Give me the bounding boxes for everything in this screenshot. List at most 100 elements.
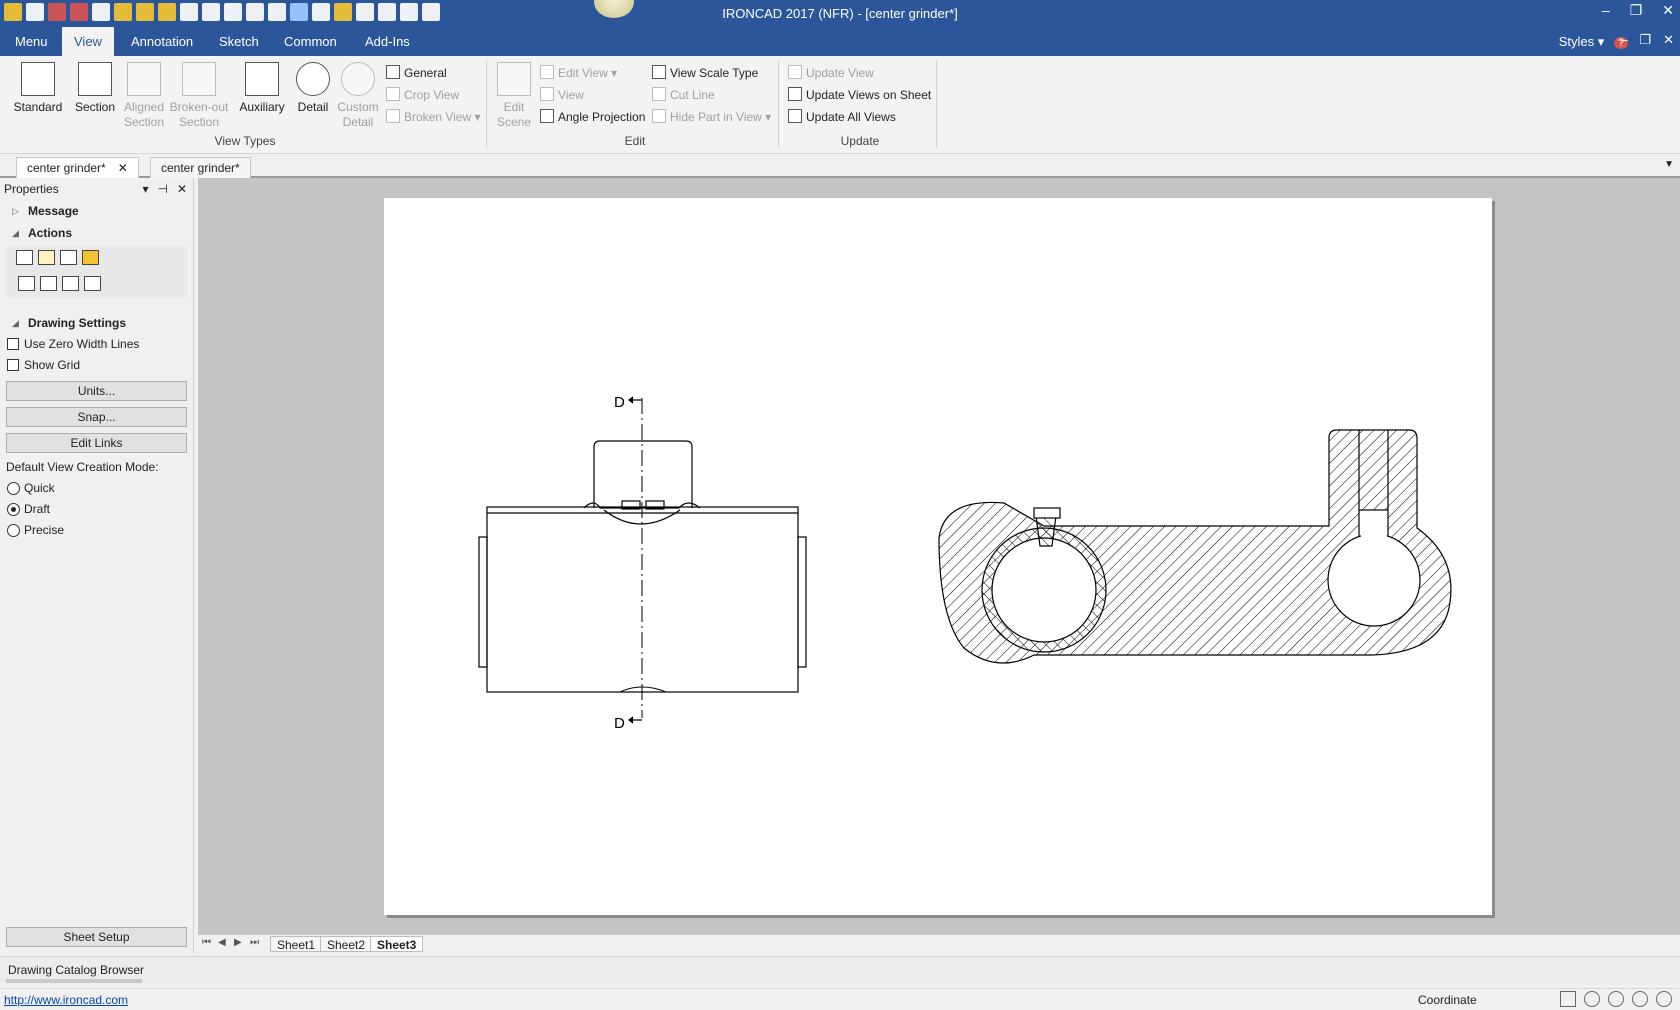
layers-icon[interactable] (16, 250, 33, 265)
general-view-button[interactable]: General (386, 64, 447, 82)
update-view-button[interactable]: Update View (788, 64, 874, 82)
edit-links-button[interactable]: Edit Links (6, 433, 187, 453)
radio-circle (7, 482, 20, 495)
last-sheet-icon[interactable]: ⏭ (250, 937, 259, 948)
pin-icon[interactable]: ⊣ (157, 178, 167, 200)
tab-add-ins[interactable]: Add-Ins (353, 27, 422, 56)
view-button[interactable]: View (540, 86, 584, 104)
close-button[interactable]: ✕ (1662, 2, 1674, 19)
measure-icon[interactable] (1560, 991, 1576, 1007)
view-scale-type-button[interactable]: View Scale Type (652, 64, 758, 82)
first-sheet-icon[interactable]: ⏮ (202, 937, 211, 948)
mode-quick-radio[interactable]: Quick (0, 478, 193, 499)
radio-label: Quick (24, 481, 55, 495)
catalog-scrollbar[interactable] (6, 979, 142, 983)
drawing-catalog-browser[interactable]: Drawing Catalog Browser (0, 956, 1680, 983)
edit-scene-label-2: Scene (496, 115, 532, 129)
use-zero-width-lines-checkbox[interactable]: Use Zero Width Lines (0, 334, 193, 355)
update-view-label: Update View (806, 66, 874, 80)
doc-tab[interactable]: center grinder* (150, 157, 251, 178)
mode-precise-radio[interactable]: Precise (0, 520, 193, 541)
drawing-sheet[interactable]: D D (384, 198, 1492, 915)
snap-button[interactable]: Snap... (6, 407, 187, 427)
tab-menu[interactable]: Menu (3, 27, 60, 56)
sheet-tab-sheet1[interactable]: Sheet1 (270, 936, 323, 952)
website-link[interactable]: http://www.ironcad.com (4, 993, 128, 1007)
standard-view-button[interactable]: Standard (12, 62, 64, 114)
tab-view[interactable]: View (62, 27, 114, 56)
restore-button[interactable]: ❐ (1630, 2, 1643, 19)
doc-tab-active[interactable]: center grinder* ✕ (16, 157, 139, 178)
edit-scene-label-1: Edit (503, 100, 525, 114)
sheet-setup-button[interactable]: Sheet Setup (6, 927, 187, 947)
prev-sheet-icon[interactable]: ◀ (218, 937, 226, 948)
sheet-tab-sheet2[interactable]: Sheet2 (320, 936, 373, 952)
doc-close-button[interactable]: ✕ (1663, 32, 1674, 48)
update-view-icon (788, 65, 802, 79)
doc-minimize-button[interactable]: – (1620, 32, 1627, 48)
auxiliary-view-button[interactable]: Auxiliary (234, 62, 290, 114)
tree-icon[interactable] (62, 276, 79, 291)
folder-icon[interactable] (82, 250, 99, 265)
radio-circle-selected (7, 503, 20, 516)
general-view-icon (386, 65, 400, 79)
drawing-settings-section[interactable]: ◢ Drawing Settings (0, 312, 193, 334)
edit-view-button[interactable]: Edit View ▾ (540, 64, 617, 82)
section-view (938, 429, 1452, 664)
next-sheet-icon[interactable]: ▶ (234, 937, 242, 948)
zoom-window-icon[interactable] (1632, 991, 1648, 1007)
tab-annotation[interactable]: Annotation (119, 27, 205, 56)
broken-view-button[interactable]: Broken View ▾ (386, 108, 481, 126)
section-label-top: D (614, 394, 625, 411)
detail-view-icon (296, 62, 330, 96)
hide-part-in-view-button[interactable]: Hide Part in View ▾ (652, 108, 771, 126)
drawing-canvas[interactable]: D D (198, 178, 1680, 935)
pan-hand-icon[interactable] (1584, 991, 1600, 1007)
crop-view-button[interactable]: Crop View (386, 86, 459, 104)
styles-menu[interactable]: Styles ▾ ? (1559, 34, 1628, 50)
units-button[interactable]: Units... (6, 381, 187, 401)
tab-common[interactable]: Common (272, 27, 349, 56)
radio-label: Draft (24, 502, 51, 516)
doc-tab-label: center grinder* (27, 161, 106, 175)
tab-sketch[interactable]: Sketch (207, 27, 271, 56)
broken-view-icon (386, 109, 400, 123)
frame-icon[interactable] (18, 276, 35, 291)
angle-projection-button[interactable]: Angle Projection (540, 108, 645, 126)
doc-restore-button[interactable]: ❐ (1639, 32, 1651, 48)
tabs-dropdown-icon[interactable]: ▼ (1664, 159, 1674, 170)
update-all-views-button[interactable]: Update All Views (788, 108, 896, 126)
close-icon[interactable]: ✕ (118, 161, 128, 175)
update-group-label: Update (840, 134, 880, 148)
collapse-icon: ◢ (12, 318, 19, 328)
chevron-down-icon: ▾ (765, 110, 772, 124)
group-separator (486, 60, 487, 148)
update-views-on-sheet-label: Update Views on Sheet (806, 88, 932, 102)
group-separator (936, 60, 937, 148)
message-section[interactable]: ▷ Message (0, 200, 193, 222)
hierarchy-icon[interactable] (84, 276, 101, 291)
sheet-tab-sheet3[interactable]: Sheet3 (370, 936, 424, 952)
expand-icon: ▷ (12, 206, 19, 216)
section-view-button[interactable]: Section (70, 62, 120, 114)
user-settings-icon[interactable] (60, 250, 77, 265)
minimize-button[interactable]: – (1602, 2, 1610, 19)
properties-title: Properties (4, 182, 59, 196)
actions-section[interactable]: ◢ Actions (0, 222, 193, 244)
close-icon[interactable]: ✕ (177, 178, 187, 200)
custom-detail-button[interactable]: Custom Detail (334, 62, 382, 130)
edit-scene-button[interactable]: Edit Scene (494, 62, 534, 130)
cut-line-button[interactable]: Cut Line (652, 86, 715, 104)
broken-out-section-button[interactable]: Broken-out Section (166, 62, 232, 130)
mode-draft-radio[interactable]: Draft (0, 499, 193, 520)
update-views-on-sheet-button[interactable]: Update Views on Sheet (788, 86, 931, 104)
detail-view-button[interactable]: Detail (292, 62, 334, 114)
zoom-fit-icon[interactable] (1656, 991, 1672, 1007)
checkbox-box (7, 338, 19, 350)
cube-icon[interactable] (40, 276, 57, 291)
show-grid-checkbox[interactable]: Show Grid (0, 355, 193, 376)
aligned-section-button[interactable]: Aligned Section (120, 62, 168, 130)
zoom-icon[interactable] (1608, 991, 1624, 1007)
dropdown-icon[interactable]: ▾ (142, 178, 148, 200)
sheet-properties-icon[interactable] (38, 250, 55, 265)
